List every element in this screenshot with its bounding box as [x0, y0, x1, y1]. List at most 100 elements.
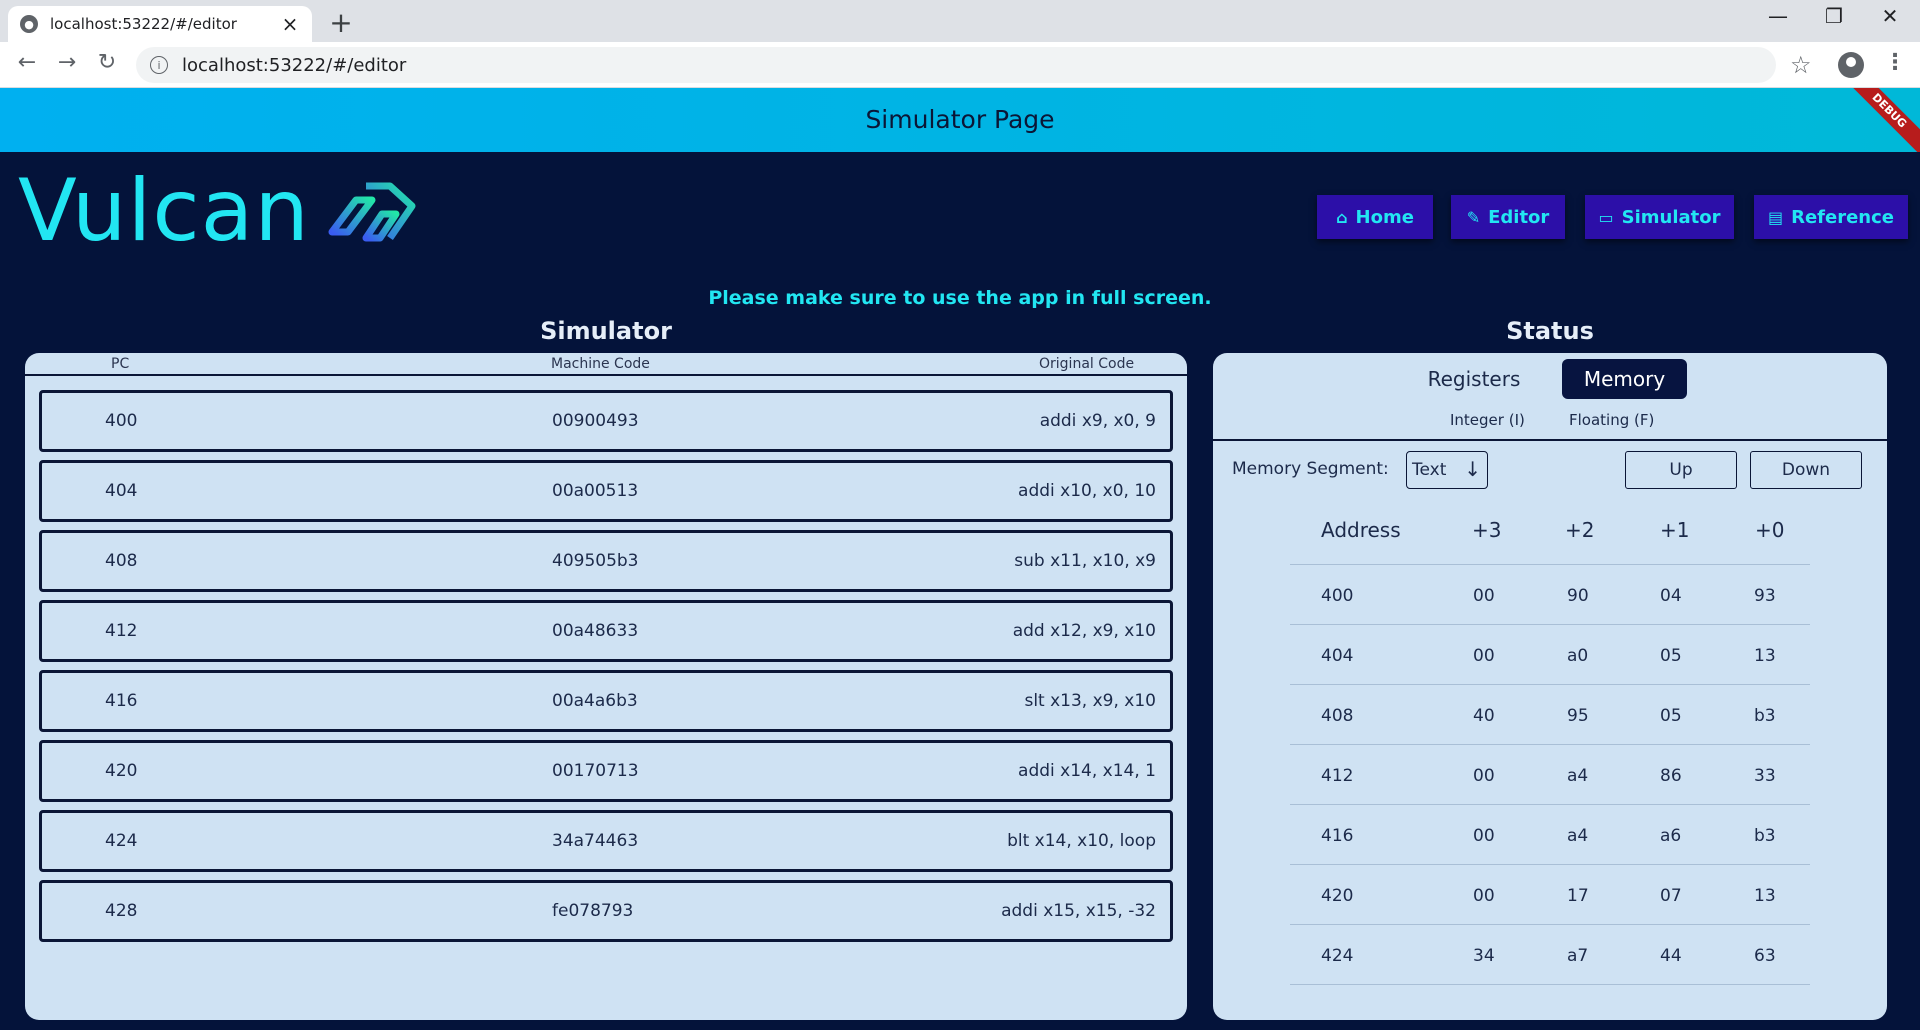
original-code-value: slt x13, x9, x10: [1024, 691, 1156, 711]
bookmark-star-icon[interactable]: ☆: [1790, 51, 1812, 79]
original-code-value: addi x14, x14, 1: [1018, 761, 1156, 781]
pc-value: 416: [105, 691, 138, 711]
new-tab-icon[interactable]: +: [326, 6, 356, 39]
page-title: Simulator Page: [865, 105, 1055, 134]
memory-segment-label: Memory Segment:: [1232, 459, 1389, 479]
original-code-value: blt x14, x10, loop: [1007, 831, 1156, 851]
logo-mark-icon: [328, 182, 416, 242]
instruction-row[interactable]: 412 00a48633 add x12, x9, x10: [39, 600, 1173, 662]
window-close-icon[interactable]: ✕: [1870, 4, 1910, 28]
byte2-value: 90: [1567, 586, 1589, 606]
byte3-value: 00: [1473, 886, 1495, 906]
pencil-icon: ✎: [1466, 207, 1481, 227]
memory-down-button[interactable]: Down: [1750, 451, 1862, 489]
byte1-value: 07: [1660, 886, 1682, 906]
byte0-value: 63: [1754, 946, 1776, 966]
editor-button[interactable]: ✎ Editor: [1451, 195, 1565, 239]
status-title: Status: [1506, 317, 1594, 345]
tab-memory[interactable]: Memory: [1562, 359, 1687, 399]
byte2-value: 17: [1567, 886, 1589, 906]
byte1-value: 05: [1660, 646, 1682, 666]
instruction-row[interactable]: 400 00900493 addi x9, x0, 9: [39, 390, 1173, 452]
original-code-value: sub x11, x10, x9: [1014, 551, 1156, 571]
byte3-value: 40: [1473, 706, 1495, 726]
instruction-row[interactable]: 428 fe078793 addi x15, x15, -32: [39, 880, 1173, 942]
simulator-button[interactable]: ▭ Simulator: [1585, 195, 1734, 239]
machine-code-value: 34a74463: [552, 831, 639, 851]
arrow-down-icon: ↓: [1464, 457, 1481, 481]
address-bar[interactable]: i localhost:53222/#/editor: [136, 47, 1776, 83]
byte0-value: 13: [1754, 646, 1776, 666]
subtab-integer[interactable]: Integer (I): [1450, 411, 1525, 429]
byte0-value: b3: [1754, 826, 1776, 846]
pc-value: 404: [105, 481, 138, 501]
pc-value: 400: [105, 411, 138, 431]
reference-label: Reference: [1791, 206, 1894, 228]
pc-column-header: PC: [111, 356, 130, 372]
logo-text: Vulcan: [18, 161, 310, 261]
subtab-floating[interactable]: Floating (F): [1569, 411, 1654, 429]
reload-icon[interactable]: ↻: [92, 50, 122, 75]
memory-row: 416 00 a4 a6 b3: [1290, 804, 1810, 864]
byte0-value: 93: [1754, 586, 1776, 606]
simulator-label: Simulator: [1621, 206, 1721, 228]
byte2-value: a4: [1567, 766, 1589, 786]
minimize-icon[interactable]: —: [1758, 4, 1798, 28]
info-icon[interactable]: i: [150, 56, 168, 74]
machine-code-column-header: Machine Code: [551, 356, 650, 372]
pc-value: 428: [105, 901, 138, 921]
machine-code-value: 00a48633: [552, 621, 639, 641]
machine-code-value: 409505b3: [552, 551, 639, 571]
memory-segment-select[interactable]: Text ↓: [1406, 451, 1488, 489]
address-value: 416: [1321, 826, 1354, 846]
browser-tab-bar: ● localhost:53222/#/editor × + — ❐ ✕: [0, 0, 1920, 42]
instruction-row[interactable]: 408 409505b3 sub x11, x10, x9: [39, 530, 1173, 592]
tab-title: localhost:53222/#/editor: [50, 15, 237, 33]
reference-button[interactable]: ▤ Reference: [1754, 195, 1908, 239]
home-button[interactable]: ⌂ Home: [1317, 195, 1433, 239]
instruction-row[interactable]: 424 34a74463 blt x14, x10, loop: [39, 810, 1173, 872]
memory-up-button[interactable]: Up: [1625, 451, 1737, 489]
byte1-value: 04: [1660, 586, 1682, 606]
home-icon: ⌂: [1336, 207, 1348, 227]
instruction-row[interactable]: 404 00a00513 addi x10, x0, 10: [39, 460, 1173, 522]
fullscreen-notice: Please make sure to use the app in full …: [708, 287, 1212, 309]
byte0-value: b3: [1754, 706, 1776, 726]
address-value: 424: [1321, 946, 1354, 966]
instruction-row[interactable]: 420 00170713 addi x14, x14, 1: [39, 740, 1173, 802]
machine-code-value: fe078793: [552, 901, 634, 921]
url-text: localhost:53222/#/editor: [182, 54, 407, 76]
simulator-title: Simulator: [540, 317, 672, 345]
byte3-value: 00: [1473, 826, 1495, 846]
globe-icon: ●: [20, 15, 38, 33]
book-icon: ▤: [1767, 207, 1784, 227]
machine-code-value: 00a4a6b3: [552, 691, 638, 711]
machine-code-value: 00900493: [552, 411, 639, 431]
original-code-value: addi x10, x0, 10: [1018, 481, 1156, 501]
vulcan-logo: Vulcan: [18, 168, 418, 254]
address-value: 420: [1321, 886, 1354, 906]
original-code-column-header: Original Code: [1039, 356, 1135, 372]
browser-tab[interactable]: ● localhost:53222/#/editor ×: [8, 6, 312, 42]
pc-value: 420: [105, 761, 138, 781]
address-value: 408: [1321, 706, 1354, 726]
memory-table-bottom-rule: [1290, 984, 1810, 985]
memory-row: 404 00 a0 05 13: [1290, 624, 1810, 684]
byte3-value: 00: [1473, 766, 1495, 786]
instruction-row[interactable]: 416 00a4a6b3 slt x13, x9, x10: [39, 670, 1173, 732]
byte2-value: a7: [1567, 946, 1589, 966]
byte0-column-header: +0: [1755, 518, 1785, 542]
tab-registers[interactable]: Registers: [1415, 359, 1533, 399]
back-icon[interactable]: ←: [12, 50, 42, 75]
byte1-value: 44: [1660, 946, 1682, 966]
pc-value: 408: [105, 551, 138, 571]
browser-menu-icon[interactable]: ⋮: [1884, 50, 1906, 75]
profile-icon[interactable]: [1838, 52, 1864, 78]
byte2-value: 95: [1567, 706, 1589, 726]
forward-icon[interactable]: →: [52, 50, 82, 75]
restore-icon[interactable]: ❐: [1814, 4, 1854, 28]
close-tab-icon[interactable]: ×: [280, 12, 300, 36]
laptop-icon: ▭: [1598, 207, 1614, 227]
machine-code-value: 00a00513: [552, 481, 639, 501]
status-panel: Registers Memory Integer (I) Floating (F…: [1213, 353, 1887, 1020]
